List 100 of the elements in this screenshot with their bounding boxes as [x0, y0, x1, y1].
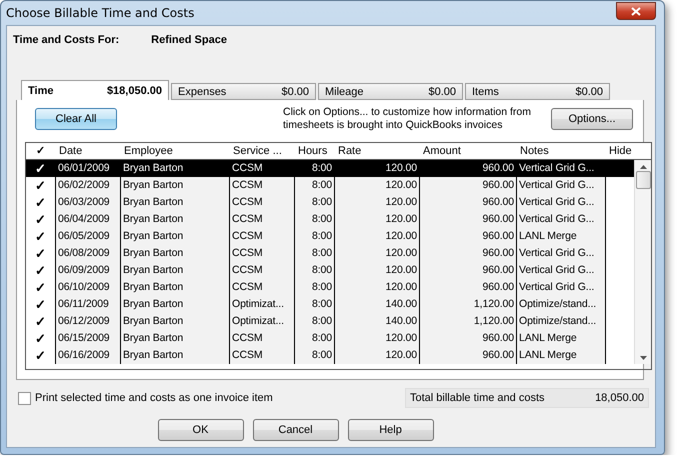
- table-cell: Optimizat...: [229, 296, 294, 313]
- table-cell: 960.00: [419, 330, 516, 347]
- column-header[interactable]: Hours: [294, 143, 334, 159]
- table-cell: CCSM: [229, 347, 294, 364]
- table-cell: Bryan Barton: [120, 262, 229, 279]
- table-cell: CCSM: [229, 177, 294, 194]
- table-cell: 8:00: [294, 313, 334, 330]
- print-option-checkbox[interactable]: Print selected time and costs as one invoice item: [18, 392, 273, 404]
- table-cell: 960.00: [419, 211, 516, 228]
- table-cell: 960.00: [419, 228, 516, 245]
- close-button[interactable]: [616, 2, 656, 20]
- table-cell: Bryan Barton: [120, 194, 229, 211]
- column-header[interactable]: Rate: [334, 143, 419, 159]
- table-cell: Bryan Barton: [120, 245, 229, 262]
- table-cell: LANL Merge: [516, 228, 605, 245]
- table-cell: 120.00: [334, 228, 419, 245]
- table-cell: Vertical Grid G...: [516, 177, 605, 194]
- column-header[interactable]: Notes: [516, 143, 605, 159]
- table-cell: 960.00: [419, 160, 516, 177]
- scrollbar-thumb[interactable]: [636, 171, 650, 189]
- table-cell: CCSM: [229, 211, 294, 228]
- customer-label: Time and Costs For:: [13, 34, 120, 46]
- column-header[interactable]: Date: [55, 143, 120, 159]
- table-cell: Bryan Barton: [120, 347, 229, 364]
- table-cell: Bryan Barton: [120, 279, 229, 296]
- table-cell: CCSM: [229, 262, 294, 279]
- table-cell: 960.00: [419, 262, 516, 279]
- table-cell: 960.00: [419, 177, 516, 194]
- table-cell: 120.00: [334, 211, 419, 228]
- table-cell: 06/09/2009: [55, 262, 120, 279]
- tab[interactable]: Items $0.00: [465, 83, 610, 100]
- table-cell: Bryan Barton: [120, 296, 229, 313]
- table-cell: 06/01/2009: [55, 160, 120, 177]
- table-cell: 06/15/2009: [55, 330, 120, 347]
- table-cell: Optimizat...: [229, 313, 294, 330]
- table-cell: 06/02/2009: [55, 177, 120, 194]
- table-cell: Bryan Barton: [120, 211, 229, 228]
- table-cell: 06/12/2009: [55, 313, 120, 330]
- table-cell: 120.00: [334, 262, 419, 279]
- dialog-button[interactable]: OK: [158, 419, 244, 441]
- tab[interactable]: Expenses $0.00: [171, 83, 316, 100]
- tab[interactable]: Mileage $0.00: [318, 83, 463, 100]
- table-cell: Vertical Grid G...: [516, 194, 605, 211]
- table-cell: 8:00: [294, 177, 334, 194]
- column-header[interactable]: Employee: [120, 143, 229, 159]
- table-cell: Vertical Grid G...: [516, 279, 605, 296]
- table-cell: 06/16/2009: [55, 347, 120, 364]
- table-cell: 06/11/2009: [55, 296, 120, 313]
- table-cell: Bryan Barton: [120, 160, 229, 177]
- table-cell: 8:00: [294, 160, 334, 177]
- table-cell: 960.00: [419, 194, 516, 211]
- table-cell: 06/04/2009: [55, 211, 120, 228]
- scroll-down-icon[interactable]: [640, 356, 646, 360]
- table-cell: 8:00: [294, 279, 334, 296]
- table-cell: 8:00: [294, 296, 334, 313]
- table-cell: 120.00: [334, 279, 419, 296]
- column-header[interactable]: Amount: [419, 143, 516, 159]
- options-button[interactable]: Options...: [551, 108, 633, 130]
- table-cell: 960.00: [419, 347, 516, 364]
- table-cell: 06/10/2009: [55, 279, 120, 296]
- table-cell: LANL Merge: [516, 330, 605, 347]
- table-cell: 960.00: [419, 245, 516, 262]
- close-icon: [631, 6, 641, 16]
- table-cell: 120.00: [334, 177, 419, 194]
- column-header[interactable]: Hide: [605, 143, 634, 159]
- clear-all-button[interactable]: Clear All: [35, 108, 117, 130]
- scroll-up-icon[interactable]: [640, 165, 646, 169]
- table-cell: CCSM: [229, 279, 294, 296]
- table-cell: 120.00: [334, 330, 419, 347]
- tab[interactable]: Time $18,050.00: [21, 80, 169, 100]
- table-cell: 120.00: [334, 347, 419, 364]
- column-header: ✓: [35, 144, 46, 159]
- table-cell: 8:00: [294, 194, 334, 211]
- table-cell: CCSM: [229, 228, 294, 245]
- table-cell: 8:00: [294, 211, 334, 228]
- column-header[interactable]: Service ...: [229, 143, 294, 159]
- table-cell: CCSM: [229, 194, 294, 211]
- table-cell: Bryan Barton: [120, 177, 229, 194]
- window-title: Choose Billable Time and Costs: [6, 6, 194, 20]
- table-cell: CCSM: [229, 330, 294, 347]
- table-cell: Bryan Barton: [120, 330, 229, 347]
- table-cell: LANL Merge: [516, 347, 605, 364]
- dialog-button[interactable]: Help: [348, 419, 434, 441]
- table-cell: Vertical Grid G...: [516, 262, 605, 279]
- table-cell: 120.00: [334, 194, 419, 211]
- table-cell: 140.00: [334, 296, 419, 313]
- table-cell: Optimize/stand...: [516, 296, 605, 313]
- row-check[interactable]: ✓: [26, 160, 55, 177]
- table-cell: CCSM: [229, 160, 294, 177]
- table-cell: 8:00: [294, 228, 334, 245]
- table-cell: 960.00: [419, 279, 516, 296]
- table-cell: Vertical Grid G...: [516, 211, 605, 228]
- table-cell: 8:00: [294, 245, 334, 262]
- table-cell: Optimize/stand...: [516, 313, 605, 330]
- table-cell: 8:00: [294, 347, 334, 364]
- table-cell: 120.00: [334, 245, 419, 262]
- scrollbar[interactable]: [634, 160, 651, 364]
- dialog-button[interactable]: Cancel: [252, 419, 338, 441]
- table-cell: 1,120.00: [419, 296, 516, 313]
- table-cell: 120.00: [334, 160, 419, 177]
